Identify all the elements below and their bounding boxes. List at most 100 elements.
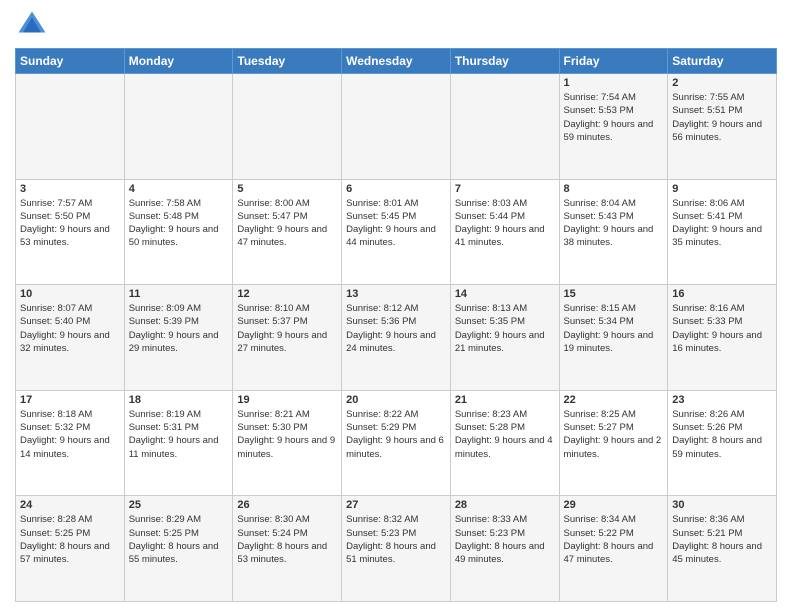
day-number: 30	[672, 499, 772, 511]
day-number: 7	[455, 183, 555, 195]
day-info: Sunrise: 8:01 AMSunset: 5:45 PMDaylight:…	[346, 197, 446, 250]
day-info: Sunrise: 8:06 AMSunset: 5:41 PMDaylight:…	[672, 197, 772, 250]
day-info: Sunrise: 8:36 AMSunset: 5:21 PMDaylight:…	[672, 513, 772, 566]
day-number: 6	[346, 183, 446, 195]
day-number: 27	[346, 499, 446, 511]
day-info: Sunrise: 8:16 AMSunset: 5:33 PMDaylight:…	[672, 302, 772, 355]
day-number: 19	[237, 394, 337, 406]
calendar-week-5: 24 Sunrise: 8:28 AMSunset: 5:25 PMDayligh…	[16, 496, 777, 602]
day-info: Sunrise: 7:55 AMSunset: 5:51 PMDaylight:…	[672, 91, 772, 144]
calendar-week-2: 3 Sunrise: 7:57 AMSunset: 5:50 PMDaylight…	[16, 179, 777, 285]
calendar-cell: 26 Sunrise: 8:30 AMSunset: 5:24 PMDayligh…	[233, 496, 342, 602]
calendar-cell: 6 Sunrise: 8:01 AMSunset: 5:45 PMDaylight…	[342, 179, 451, 285]
day-info: Sunrise: 8:32 AMSunset: 5:23 PMDaylight:…	[346, 513, 446, 566]
day-number: 1	[564, 77, 664, 89]
day-number: 25	[129, 499, 229, 511]
calendar-cell: 18 Sunrise: 8:19 AMSunset: 5:31 PMDayligh…	[124, 390, 233, 496]
calendar-cell: 8 Sunrise: 8:04 AMSunset: 5:43 PMDaylight…	[559, 179, 668, 285]
day-number: 11	[129, 288, 229, 300]
calendar-header-monday: Monday	[124, 49, 233, 74]
day-info: Sunrise: 8:22 AMSunset: 5:29 PMDaylight:…	[346, 408, 446, 461]
day-info: Sunrise: 8:21 AMSunset: 5:30 PMDaylight:…	[237, 408, 337, 461]
calendar-cell: 16 Sunrise: 8:16 AMSunset: 5:33 PMDayligh…	[668, 285, 777, 391]
day-info: Sunrise: 8:04 AMSunset: 5:43 PMDaylight:…	[564, 197, 664, 250]
day-number: 23	[672, 394, 772, 406]
day-info: Sunrise: 8:12 AMSunset: 5:36 PMDaylight:…	[346, 302, 446, 355]
calendar-cell: 25 Sunrise: 8:29 AMSunset: 5:25 PMDayligh…	[124, 496, 233, 602]
calendar-cell	[233, 74, 342, 180]
day-info: Sunrise: 7:54 AMSunset: 5:53 PMDaylight:…	[564, 91, 664, 144]
calendar-cell: 5 Sunrise: 8:00 AMSunset: 5:47 PMDaylight…	[233, 179, 342, 285]
calendar-cell: 29 Sunrise: 8:34 AMSunset: 5:22 PMDayligh…	[559, 496, 668, 602]
day-number: 3	[20, 183, 120, 195]
day-info: Sunrise: 8:29 AMSunset: 5:25 PMDaylight:…	[129, 513, 229, 566]
day-info: Sunrise: 8:00 AMSunset: 5:47 PMDaylight:…	[237, 197, 337, 250]
calendar-cell	[342, 74, 451, 180]
day-number: 4	[129, 183, 229, 195]
calendar-cell	[16, 74, 125, 180]
calendar: SundayMondayTuesdayWednesdayThursdayFrid…	[15, 48, 777, 602]
day-number: 14	[455, 288, 555, 300]
calendar-cell	[450, 74, 559, 180]
calendar-cell: 7Sunrise: 8:03 AMSunset: 5:44 PMDaylight…	[450, 179, 559, 285]
calendar-cell: 19 Sunrise: 8:21 AMSunset: 5:30 PMDayligh…	[233, 390, 342, 496]
day-info: Sunrise: 8:26 AMSunset: 5:26 PMDaylight:…	[672, 408, 772, 461]
calendar-cell: 10 Sunrise: 8:07 AMSunset: 5:40 PMDayligh…	[16, 285, 125, 391]
calendar-cell: 2 Sunrise: 7:55 AMSunset: 5:51 PMDaylight…	[668, 74, 777, 180]
calendar-cell: 30 Sunrise: 8:36 AMSunset: 5:21 PMDayligh…	[668, 496, 777, 602]
calendar-header-saturday: Saturday	[668, 49, 777, 74]
header	[15, 10, 777, 40]
day-number: 16	[672, 288, 772, 300]
calendar-cell: 22Sunrise: 8:25 AMSunset: 5:27 PMDayligh…	[559, 390, 668, 496]
day-number: 21	[455, 394, 555, 406]
calendar-cell: 1 Sunrise: 7:54 AMSunset: 5:53 PMDaylight…	[559, 74, 668, 180]
calendar-week-1: 1 Sunrise: 7:54 AMSunset: 5:53 PMDaylight…	[16, 74, 777, 180]
day-number: 18	[129, 394, 229, 406]
day-info: Sunrise: 8:13 AMSunset: 5:35 PMDaylight:…	[455, 302, 555, 355]
day-number: 17	[20, 394, 120, 406]
page: SundayMondayTuesdayWednesdayThursdayFrid…	[0, 0, 792, 612]
calendar-cell: 21Sunrise: 8:23 AMSunset: 5:28 PMDayligh…	[450, 390, 559, 496]
calendar-header-thursday: Thursday	[450, 49, 559, 74]
day-number: 8	[564, 183, 664, 195]
day-info: Sunrise: 8:30 AMSunset: 5:24 PMDaylight:…	[237, 513, 337, 566]
calendar-cell: 15 Sunrise: 8:15 AMSunset: 5:34 PMDayligh…	[559, 285, 668, 391]
day-info: Sunrise: 8:15 AMSunset: 5:34 PMDaylight:…	[564, 302, 664, 355]
day-number: 12	[237, 288, 337, 300]
day-info: Sunrise: 8:18 AMSunset: 5:32 PMDaylight:…	[20, 408, 120, 461]
calendar-cell: 27 Sunrise: 8:32 AMSunset: 5:23 PMDayligh…	[342, 496, 451, 602]
calendar-cell: 28Sunrise: 8:33 AMSunset: 5:23 PMDayligh…	[450, 496, 559, 602]
calendar-cell: 11 Sunrise: 8:09 AMSunset: 5:39 PMDayligh…	[124, 285, 233, 391]
day-number: 9	[672, 183, 772, 195]
calendar-header-friday: Friday	[559, 49, 668, 74]
calendar-cell: 17 Sunrise: 8:18 AMSunset: 5:32 PMDayligh…	[16, 390, 125, 496]
calendar-cell: 24 Sunrise: 8:28 AMSunset: 5:25 PMDayligh…	[16, 496, 125, 602]
logo-icon	[17, 10, 47, 40]
day-info: Sunrise: 8:19 AMSunset: 5:31 PMDaylight:…	[129, 408, 229, 461]
day-number: 15	[564, 288, 664, 300]
day-number: 28	[455, 499, 555, 511]
calendar-header-sunday: Sunday	[16, 49, 125, 74]
calendar-cell: 4 Sunrise: 7:58 AMSunset: 5:48 PMDaylight…	[124, 179, 233, 285]
calendar-header-wednesday: Wednesday	[342, 49, 451, 74]
calendar-cell: 14 Sunrise: 8:13 AMSunset: 5:35 PMDayligh…	[450, 285, 559, 391]
day-info: Sunrise: 8:07 AMSunset: 5:40 PMDaylight:…	[20, 302, 120, 355]
day-number: 24	[20, 499, 120, 511]
day-info: Sunrise: 8:09 AMSunset: 5:39 PMDaylight:…	[129, 302, 229, 355]
calendar-cell: 3 Sunrise: 7:57 AMSunset: 5:50 PMDaylight…	[16, 179, 125, 285]
day-number: 2	[672, 77, 772, 89]
logo	[15, 10, 47, 40]
day-info: Sunrise: 8:34 AMSunset: 5:22 PMDaylight:…	[564, 513, 664, 566]
day-info: Sunrise: 7:58 AMSunset: 5:48 PMDaylight:…	[129, 197, 229, 250]
calendar-cell: 20Sunrise: 8:22 AMSunset: 5:29 PMDayligh…	[342, 390, 451, 496]
calendar-header-tuesday: Tuesday	[233, 49, 342, 74]
calendar-week-3: 10 Sunrise: 8:07 AMSunset: 5:40 PMDayligh…	[16, 285, 777, 391]
day-number: 29	[564, 499, 664, 511]
day-number: 22	[564, 394, 664, 406]
day-number: 5	[237, 183, 337, 195]
day-info: Sunrise: 7:57 AMSunset: 5:50 PMDaylight:…	[20, 197, 120, 250]
calendar-header-row: SundayMondayTuesdayWednesdayThursdayFrid…	[16, 49, 777, 74]
day-info: Sunrise: 8:28 AMSunset: 5:25 PMDaylight:…	[20, 513, 120, 566]
day-number: 10	[20, 288, 120, 300]
day-number: 26	[237, 499, 337, 511]
